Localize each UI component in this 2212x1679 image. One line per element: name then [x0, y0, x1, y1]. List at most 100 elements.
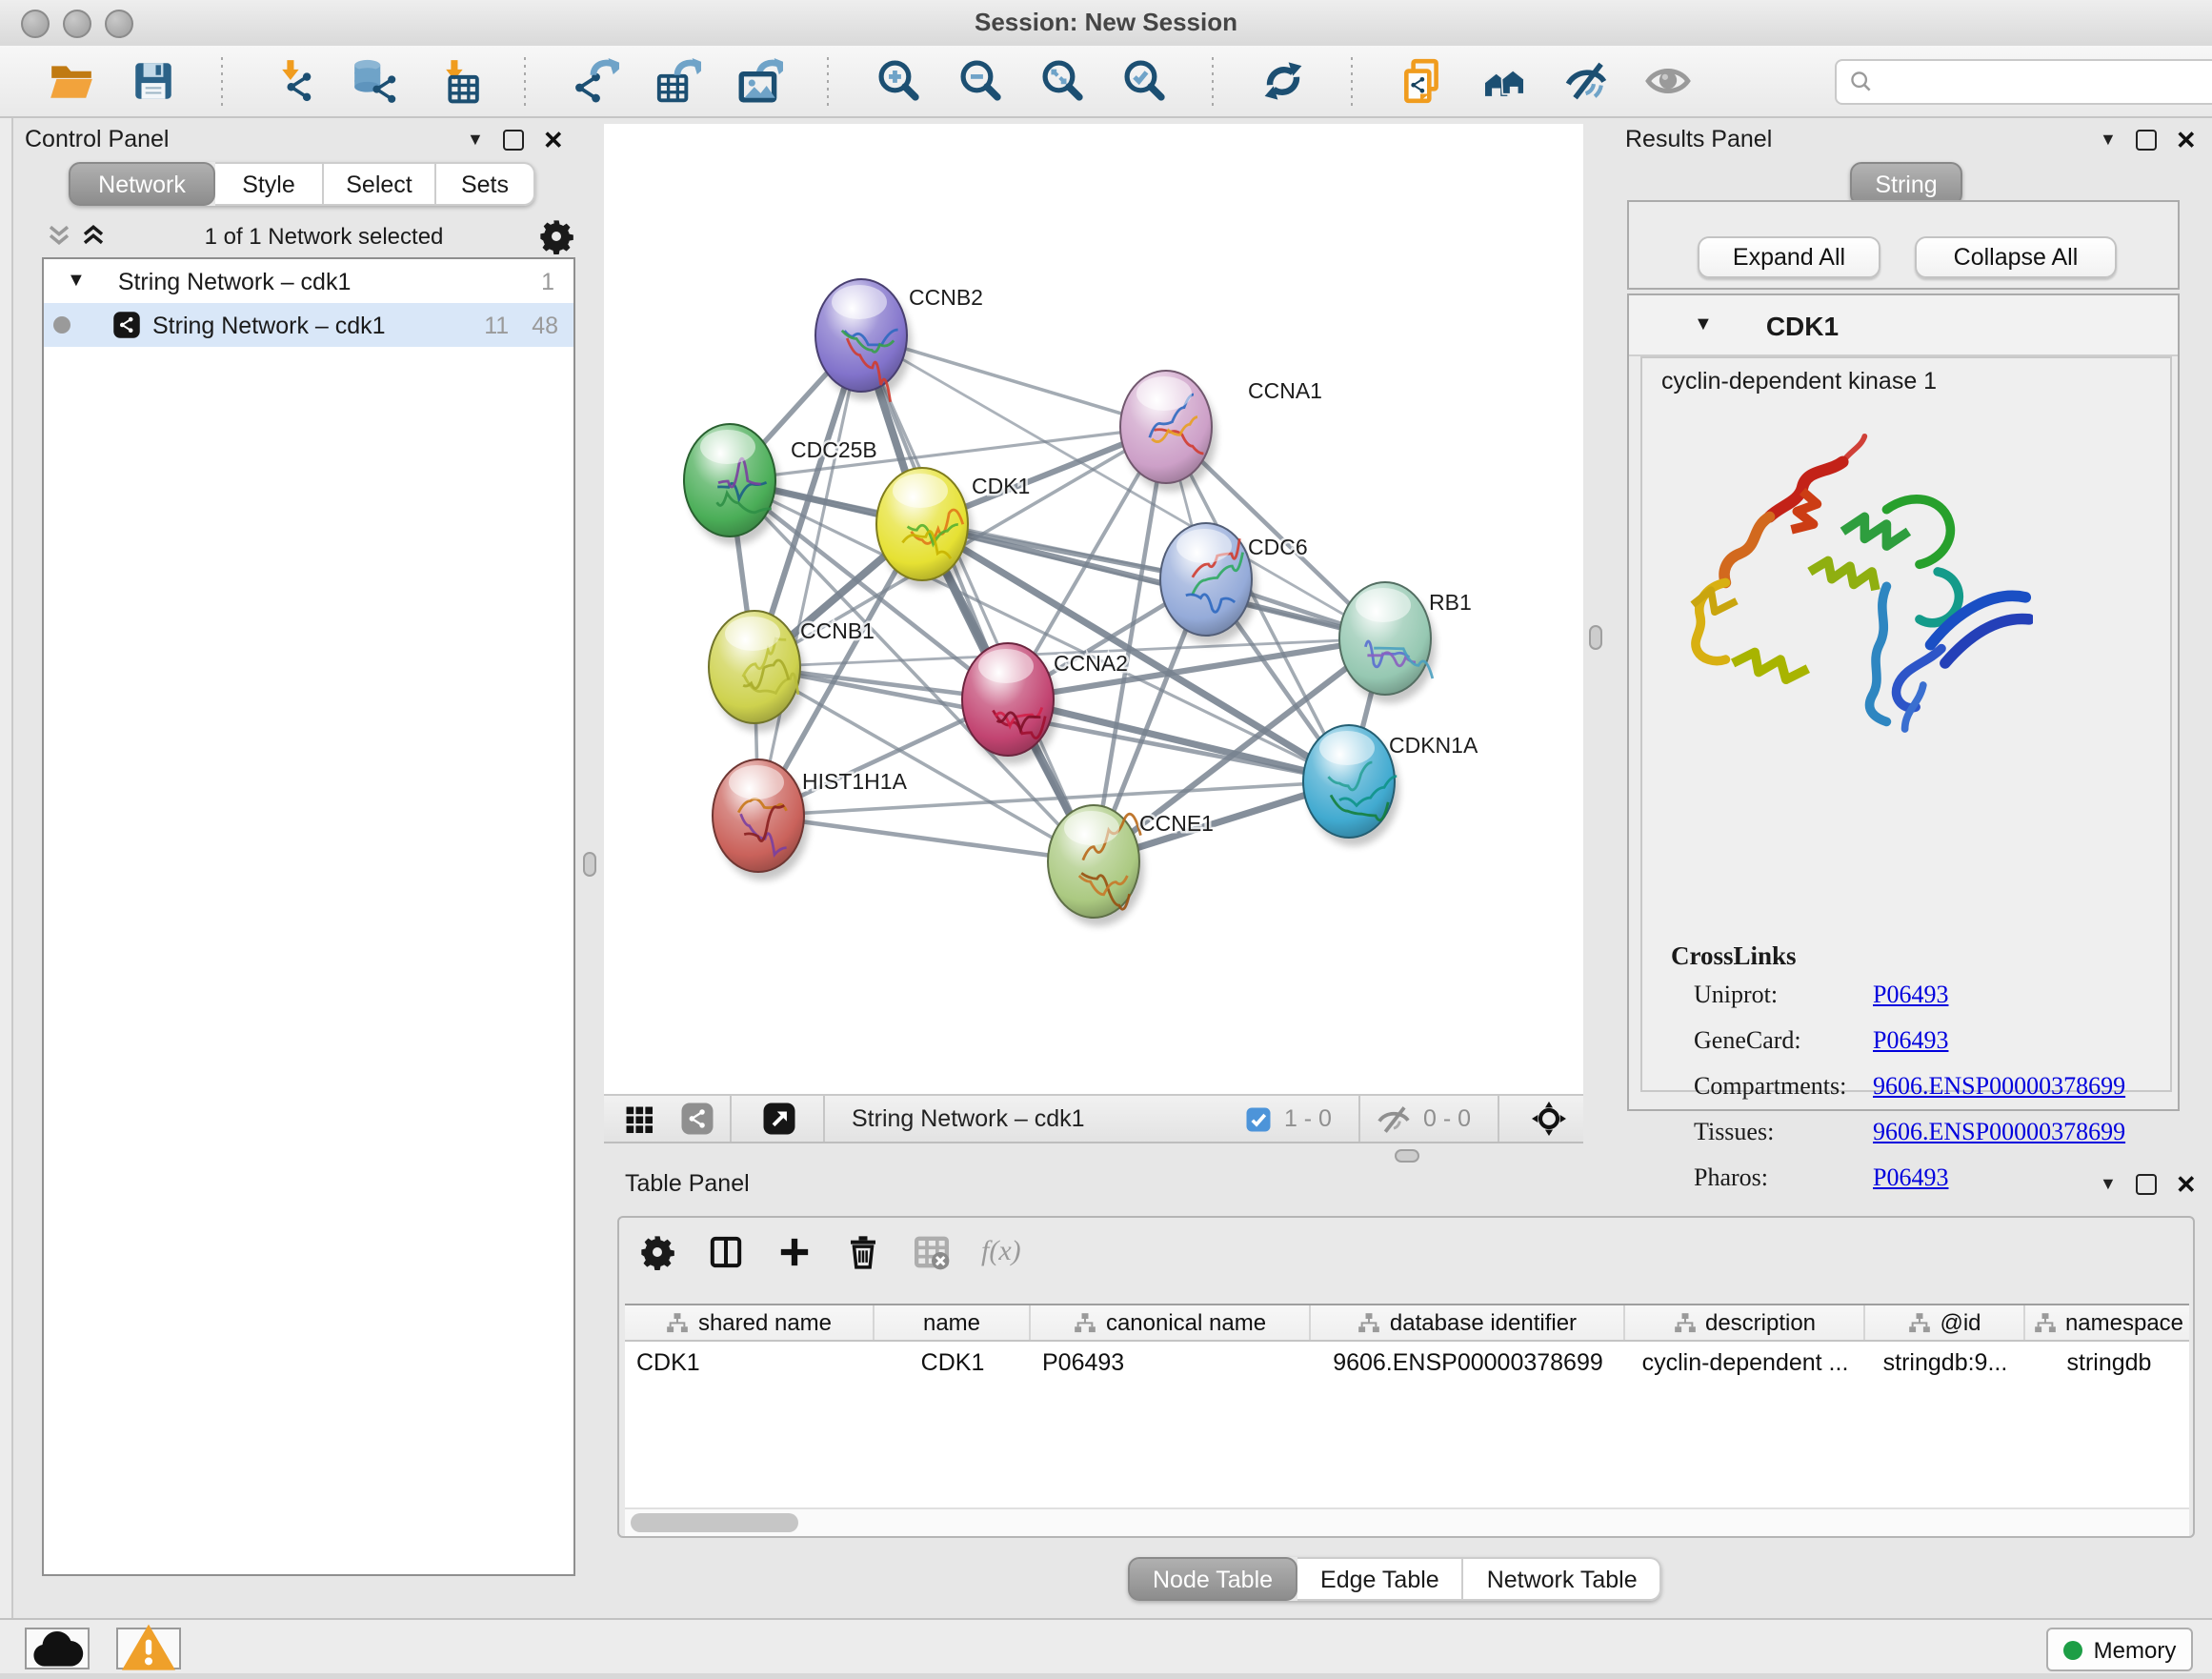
toolbar-open-session-button[interactable]: [38, 49, 103, 113]
network-node-CCNB2[interactable]: [815, 279, 912, 402]
delete-table-icon[interactable]: [913, 1233, 951, 1271]
search-input[interactable]: [1882, 66, 2212, 96]
network-node-CDKN1A[interactable]: [1303, 725, 1399, 846]
panel-float-icon[interactable]: [2136, 130, 2157, 151]
crosslink-value-link[interactable]: P06493: [1873, 980, 1948, 1010]
expand-all-icon[interactable]: [76, 218, 111, 253]
vertical-splitter-handle-right[interactable]: [1589, 625, 1602, 650]
panel-close-icon[interactable]: ✕: [2176, 128, 2197, 152]
column-header-namespace[interactable]: namespace: [2025, 1305, 2189, 1340]
crosslink-value-link[interactable]: 9606.ENSP00000378699: [1873, 1071, 2125, 1102]
show-columns-icon[interactable]: [707, 1233, 745, 1271]
tab-node-table[interactable]: Node Table: [1128, 1557, 1297, 1601]
collapse-entry-icon[interactable]: ▼: [1694, 314, 1713, 335]
column-header-canonicalname[interactable]: canonical name: [1031, 1305, 1311, 1340]
table-cell[interactable]: cyclin-dependent ...: [1625, 1342, 1865, 1382]
detach-view-icon[interactable]: [762, 1102, 796, 1136]
toolbar-refresh-button[interactable]: [1250, 49, 1315, 113]
table-settings-gear-icon[interactable]: [638, 1233, 676, 1271]
network-node-CDK1[interactable]: [876, 468, 973, 589]
toolbar-save-session-button[interactable]: [120, 49, 185, 113]
panel-float-icon[interactable]: [2136, 1174, 2157, 1195]
network-collection-row[interactable]: ▼ String Network – cdk1 1: [44, 259, 573, 303]
panel-menu-icon[interactable]: ▼: [467, 131, 484, 149]
search-box[interactable]: [1835, 58, 2212, 104]
network-node-HIST1H1A[interactable]: [713, 759, 809, 880]
column-header-description[interactable]: description: [1625, 1305, 1865, 1340]
table-cell[interactable]: 9606.ENSP00000378699: [1311, 1342, 1625, 1382]
panel-close-icon[interactable]: ✕: [2176, 1172, 2197, 1197]
network-node-RB1[interactable]: [1339, 582, 1436, 703]
panel-float-icon[interactable]: [503, 130, 524, 151]
table-cell[interactable]: stringdb: [2025, 1342, 2189, 1382]
network-graph[interactable]: CCNB2CCNA1CDC25BCDK1CDC6RB1CCNB1CCNA2CDK…: [604, 124, 1583, 1094]
protein-details: cyclin-dependent kinase 1: [1640, 356, 2172, 1092]
hidden-eye-slash-icon[interactable]: [1376, 1101, 1412, 1137]
birdseye-toggle-icon[interactable]: [1530, 1100, 1568, 1138]
crosslink-value-link[interactable]: P06493: [1873, 1025, 1948, 1056]
vertical-splitter-handle-left[interactable]: [583, 852, 596, 877]
function-builder-button[interactable]: f(x): [981, 1236, 1021, 1268]
protein-header[interactable]: ▼ CDK1: [1629, 295, 2178, 356]
collapse-all-button[interactable]: Collapse All: [1915, 236, 2117, 278]
table-row[interactable]: CDK1CDK1P064939606.ENSP00000378699cyclin…: [625, 1342, 2189, 1382]
warnings-button[interactable]: [116, 1628, 181, 1669]
scrollbar-thumb[interactable]: [631, 1513, 798, 1532]
toolbar-clone-network-button[interactable]: [1389, 49, 1454, 113]
table-panel: Table Panel ▼ ✕ f(x) shared namenamecano…: [604, 1159, 2212, 1618]
table-horizontal-scrollbar[interactable]: [625, 1507, 2189, 1536]
column-header-databaseidentifier[interactable]: database identifier: [1311, 1305, 1625, 1340]
toolbar-show-panels-button[interactable]: [1635, 49, 1699, 113]
toolbar-import-table-button[interactable]: [423, 49, 488, 113]
tab-sets[interactable]: Sets: [436, 162, 535, 206]
panel-close-icon[interactable]: ✕: [543, 128, 564, 152]
column-header-name[interactable]: name: [875, 1305, 1031, 1340]
panel-menu-icon[interactable]: ▼: [2100, 1176, 2117, 1193]
toolbar-birdseye-button[interactable]: [1471, 49, 1536, 113]
svg-text:CCNE1: CCNE1: [1139, 811, 1214, 836]
memory-label: Memory: [2094, 1636, 2177, 1663]
toolbar-zoom-out-button[interactable]: [947, 49, 1012, 113]
toolbar-zoom-fit-button[interactable]: [1029, 49, 1094, 113]
panel-menu-icon[interactable]: ▼: [2100, 131, 2117, 149]
column-header-sharedname[interactable]: shared name: [625, 1305, 875, 1340]
crosslink-value-link[interactable]: 9606.ENSP00000378699: [1873, 1117, 2125, 1147]
tree-expander-icon[interactable]: ▼: [67, 271, 86, 292]
memory-button[interactable]: Memory: [2046, 1628, 2193, 1671]
network-node-CCNA2[interactable]: [962, 643, 1058, 764]
table-cell[interactable]: CDK1: [875, 1342, 1031, 1382]
column-header-id[interactable]: @id: [1865, 1305, 2025, 1340]
network-view-canvas[interactable]: CCNB2CCNA1CDC25BCDK1CDC6RB1CCNB1CCNA2CDK…: [604, 124, 1583, 1094]
tab-edge-table[interactable]: Edge Table: [1297, 1557, 1464, 1601]
grid-view-icon[interactable]: [623, 1102, 655, 1135]
toolbar-hide-panels-button[interactable]: [1553, 49, 1618, 113]
table-cell[interactable]: stringdb:9...: [1865, 1342, 2025, 1382]
network-node-CDC6[interactable]: [1160, 523, 1257, 644]
expand-all-button[interactable]: Expand All: [1698, 236, 1880, 278]
network-node-CCNB1[interactable]: [709, 611, 805, 732]
toolbar-zoom-selected-button[interactable]: [1111, 49, 1176, 113]
cloud-button[interactable]: [25, 1628, 90, 1669]
toolbar-export-image-button[interactable]: [726, 49, 791, 113]
network-node-CCNA1[interactable]: [1120, 371, 1217, 492]
tab-network[interactable]: Network: [69, 162, 215, 206]
add-column-icon[interactable]: [775, 1233, 814, 1271]
tab-select[interactable]: Select: [324, 162, 436, 206]
network-node-CCNE1[interactable]: [1048, 805, 1144, 926]
collapse-all-icon[interactable]: [42, 218, 76, 253]
toolbar-export-network-button[interactable]: [562, 49, 627, 113]
toolbar-import-network-button[interactable]: [259, 49, 324, 113]
table-cell[interactable]: CDK1: [625, 1342, 875, 1382]
network-row[interactable]: String Network – cdk1 11 48: [44, 303, 573, 347]
network-options-gear-icon[interactable]: [537, 216, 575, 254]
toolbar-export-table-button[interactable]: [644, 49, 709, 113]
selected-nodes-checkbox-icon[interactable]: [1244, 1104, 1273, 1133]
tab-network-table[interactable]: Network Table: [1464, 1557, 1662, 1601]
share-view-icon[interactable]: [680, 1102, 714, 1136]
table-panel-box: f(x) shared namenamecanonical namedataba…: [617, 1216, 2195, 1538]
delete-column-icon[interactable]: [844, 1233, 882, 1271]
tab-style[interactable]: Style: [215, 162, 324, 206]
toolbar-zoom-in-button[interactable]: [865, 49, 930, 113]
toolbar-import-database-button[interactable]: [341, 49, 406, 113]
table-cell[interactable]: P06493: [1031, 1342, 1311, 1382]
